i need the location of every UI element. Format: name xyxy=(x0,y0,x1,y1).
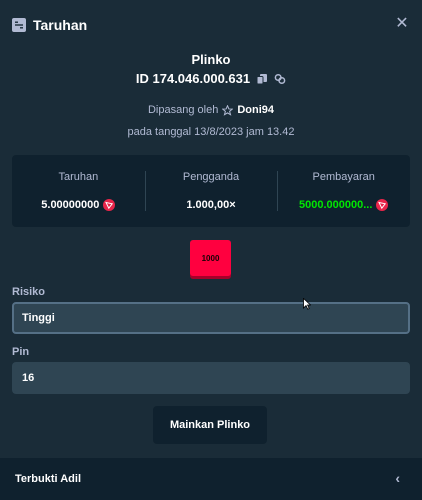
pins-select[interactable]: 16 xyxy=(12,362,410,394)
vip-star-icon xyxy=(221,103,234,116)
chevron-left-icon[interactable]: ‹ xyxy=(395,470,400,486)
stat-bet-label: Taruhan xyxy=(58,171,99,183)
pins-label: Pin xyxy=(12,346,30,358)
link-icon[interactable] xyxy=(274,73,286,85)
stat-payout-value-row: 5000.000000... xyxy=(298,199,389,211)
stat-bet-value: 5.00000000 xyxy=(41,199,100,211)
stat-bet-value-row: 5.00000000 xyxy=(41,199,116,211)
risk-select[interactable]: Tinggi xyxy=(12,302,410,334)
stat-payout: Pembayaran 5000.000000... xyxy=(277,171,410,211)
game-name: Plinko xyxy=(191,52,231,67)
provably-fair-bar[interactable]: Terbukti Adil ‹ xyxy=(0,458,422,500)
copy-icon[interactable] xyxy=(256,73,268,85)
bet-date: pada tanggal 13/8/2023 jam 13.42 xyxy=(127,126,295,138)
stat-payout-label: Pembayaran xyxy=(312,171,375,183)
stat-multiplier: Pengganda 1.000,00× xyxy=(144,171,278,211)
provably-fair-label: Terbukti Adil xyxy=(15,473,81,485)
bet-id: ID 174.046.000.631 xyxy=(135,71,251,86)
modal-header: Taruhan xyxy=(0,0,422,50)
risk-label: Risiko xyxy=(12,286,46,298)
tron-coin-icon xyxy=(376,199,389,211)
modal-title: Taruhan xyxy=(33,17,88,33)
tron-coin-icon xyxy=(103,199,116,211)
stat-multiplier-value: 1.000,00× xyxy=(186,199,236,211)
placed-by-row: Dipasang oleh Doni94 xyxy=(0,103,422,116)
close-icon[interactable]: ✕ xyxy=(394,16,410,32)
plinko-result-chip: 1000 xyxy=(190,240,231,276)
bet-stats-panel: Taruhan 5.00000000 Pengganda 1.000,00× P… xyxy=(12,155,410,227)
stat-payout-value: 5000.000000... xyxy=(298,199,373,211)
play-plinko-button[interactable]: Mainkan Plinko xyxy=(153,406,267,444)
bet-id-row: ID 174.046.000.631 xyxy=(0,71,422,86)
stat-multiplier-label: Pengganda xyxy=(182,171,240,183)
stat-bet: Taruhan 5.00000000 xyxy=(12,171,145,211)
bets-icon xyxy=(12,18,26,32)
mouse-cursor-icon xyxy=(303,297,312,310)
placed-by-label: Dipasang oleh xyxy=(147,104,219,116)
username-link[interactable]: Doni94 xyxy=(237,104,274,116)
